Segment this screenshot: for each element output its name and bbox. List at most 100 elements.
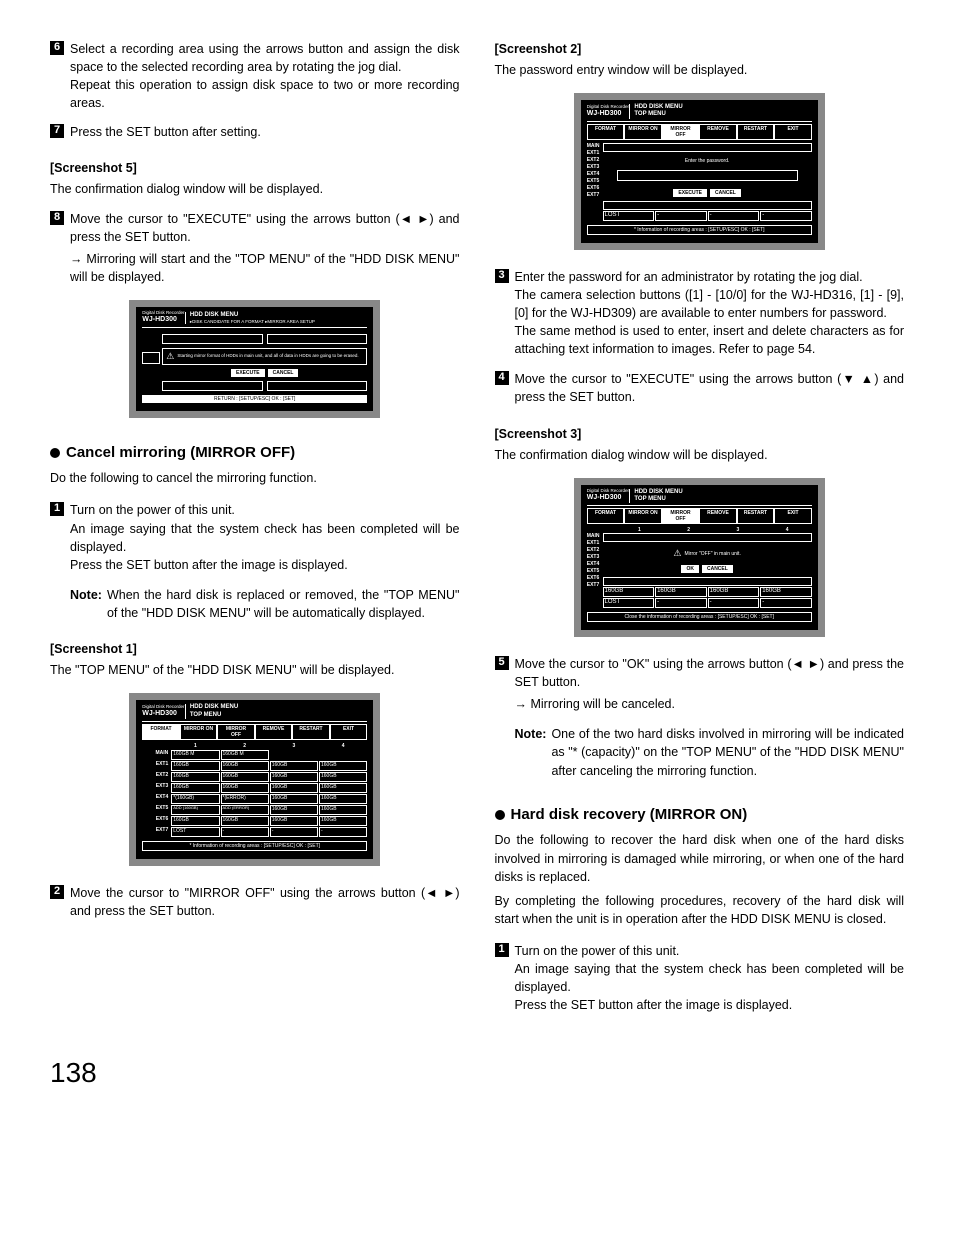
- menu-line-2: ▸DISK CANDIDATE FOR A FORMAT ▸MIRROR ARE…: [190, 319, 315, 324]
- note-label: Note:: [70, 586, 102, 622]
- screenshot-3-desc: The confirmation dialog window will be d…: [495, 446, 905, 464]
- step5-a: Move the cursor to "OK" using the arrows…: [515, 657, 792, 671]
- tab-remove[interactable]: REMOVE: [255, 724, 293, 740]
- execute-button[interactable]: EXECUTE: [673, 189, 707, 197]
- step5-result: → Mirroring will be canceled.: [515, 695, 905, 713]
- screenshot-1-label: [Screenshot 1]: [50, 640, 460, 658]
- page-number: 138: [50, 1053, 904, 1094]
- step-8: 8 Move the cursor to "EXECUTE" using the…: [50, 210, 460, 287]
- footer-bar: * Information of recording areas : [SETU…: [142, 841, 367, 851]
- menu-line-2: TOP MENU: [634, 496, 682, 503]
- step-4: 4 Move the cursor to "EXECUTE" using the…: [495, 370, 905, 406]
- screenshot-5-label: [Screenshot 5]: [50, 159, 460, 177]
- menu-line-1: HDD DISK MENU: [190, 312, 315, 319]
- r-step1-a: Turn on the power of this unit.: [515, 944, 680, 958]
- tab-restart[interactable]: RESTART: [292, 724, 330, 740]
- step-7-text: Press the SET button after setting.: [70, 125, 261, 139]
- screenshot-1-desc: The "TOP MENU" of the "HDD DISK MENU" wi…: [50, 661, 460, 679]
- menu-line-1: HDD DISK MENU: [634, 104, 682, 111]
- right-column: [Screenshot 2] The password entry window…: [495, 40, 905, 1023]
- c-step2-a: Move the cursor to "MIRROR OFF" using th…: [70, 886, 425, 900]
- step-8-text-a: Move the cursor to "EXECUTE" using the a…: [70, 212, 400, 226]
- step3-b: The camera selection buttons ([1] - [10/…: [515, 288, 905, 320]
- ok-button[interactable]: OK: [681, 565, 699, 573]
- tab-mirror-off[interactable]: MIRROR OFF: [217, 724, 255, 740]
- model-label: WJ-HD300: [587, 110, 626, 118]
- step-3: 3 Enter the password for an administrato…: [495, 268, 905, 359]
- cancel-step-2: 2 Move the cursor to "MIRROR OFF" using …: [50, 884, 460, 920]
- password-field[interactable]: [617, 170, 798, 181]
- model-label: WJ-HD300: [587, 494, 626, 502]
- step3-a: Enter the password for an administrator …: [515, 270, 863, 284]
- model-label: WJ-HD300: [142, 710, 181, 718]
- step-5: 5 Move the cursor to "OK" using the arro…: [495, 655, 905, 780]
- step-6: 6 Select a recording area using the arro…: [50, 40, 460, 113]
- footer-bar: RETURN : [SETUP/ESC] OK : [SET]: [142, 395, 367, 403]
- note-body: When the hard disk is replaced or remove…: [107, 586, 460, 622]
- ui-screenshot-mirror-off-confirm: Digital Disk Recorder WJ-HD300 HDD DISK …: [574, 478, 825, 637]
- warning-icon: ⚠: [673, 548, 681, 559]
- warning-icon: ⚠: [166, 351, 174, 362]
- bullet-icon: [50, 448, 60, 458]
- recovery-p1: Do the following to recover the hard dis…: [495, 831, 905, 885]
- arrow-down-up-icon: ▼ ▲: [841, 372, 874, 386]
- step-8-result: → Mirroring will start and the "TOP MENU…: [70, 250, 460, 286]
- step-6-text-a: Select a recording area using the arrows…: [70, 42, 460, 74]
- step-number-badge: 6: [50, 41, 64, 55]
- left-column: 6 Select a recording area using the arro…: [50, 40, 460, 1023]
- step-number-badge: 4: [495, 371, 509, 385]
- screenshot-2-desc: The password entry window will be displa…: [495, 61, 905, 79]
- menu-line-1: HDD DISK MENU: [190, 704, 238, 711]
- ui-screenshot-mirror-setup: Digital Disk Recorder WJ-HD300 HDD DISK …: [129, 300, 380, 417]
- step-6-text-b: Repeat this operation to assign disk spa…: [70, 78, 460, 110]
- cancel-button[interactable]: CANCEL: [268, 369, 299, 377]
- c-step1-c: Press the SET button after the image is …: [70, 558, 348, 572]
- mirror-off-msg: Mirror "OFF" in main unit.: [685, 551, 741, 557]
- step-number-badge: 3: [495, 269, 509, 283]
- tab-mirror-on[interactable]: MIRROR ON: [180, 724, 218, 740]
- arrow-left-right-icon: ◄ ►: [400, 212, 430, 226]
- arrow-left-right-icon: ◄ ►: [791, 657, 819, 671]
- step-number-badge: 1: [495, 943, 509, 957]
- menu-line-2: TOP MENU: [190, 712, 238, 719]
- step4-a: Move the cursor to "EXECUTE" using the a…: [515, 372, 842, 386]
- screenshot-5-desc: The confirmation dialog window will be d…: [50, 180, 460, 198]
- r-step1-c: Press the SET button after the image is …: [515, 998, 793, 1012]
- note-body: One of the two hard disks involved in mi…: [551, 725, 904, 779]
- menu-line-2: TOP MENU: [634, 111, 682, 118]
- step3-c: The same method is used to enter, insert…: [515, 324, 905, 356]
- footer-bar: Close the information of recording areas…: [587, 612, 812, 622]
- recovery-step-1: 1 Turn on the power of this unit. An ima…: [495, 942, 905, 1015]
- c-step1-b: An image saying that the system check ha…: [70, 522, 460, 554]
- step-number-badge: 1: [50, 502, 64, 516]
- password-prompt: Enter the password.: [607, 158, 808, 164]
- warning-text: Starting mirror format of HDDs in main u…: [177, 353, 358, 358]
- cancel-mirroring-intro: Do the following to cancel the mirroring…: [50, 469, 460, 487]
- step-number-badge: 8: [50, 211, 64, 225]
- recorder-label: Digital Disk Recorder: [587, 105, 630, 110]
- step-number-badge: 2: [50, 885, 64, 899]
- cancel-button[interactable]: CANCEL: [702, 565, 733, 573]
- disk-table: 1 2 3 4 MAIN160GB M160GB M EXT1160GB160G…: [142, 743, 367, 837]
- r-step1-b: An image saying that the system check ha…: [515, 962, 905, 994]
- tab-row: FORMAT MIRROR ON MIRROR OFF REMOVE RESTA…: [142, 724, 367, 740]
- cancel-step-1: 1 Turn on the power of this unit. An ima…: [50, 501, 460, 622]
- arrow-left-right-icon: ◄ ►: [425, 886, 455, 900]
- note-label: Note:: [515, 725, 547, 779]
- step-number-badge: 7: [50, 124, 64, 138]
- c-step1-a: Turn on the power of this unit.: [70, 503, 235, 517]
- hard-disk-recovery-heading: Hard disk recovery (MIRROR ON): [495, 804, 905, 826]
- cancel-button[interactable]: CANCEL: [710, 189, 741, 197]
- step-number-badge: 5: [495, 656, 509, 670]
- screenshot-3-label: [Screenshot 3]: [495, 425, 905, 443]
- execute-button[interactable]: EXECUTE: [231, 369, 265, 377]
- model-label: WJ-HD300: [142, 316, 181, 324]
- tab-exit[interactable]: EXIT: [330, 724, 368, 740]
- tab-format[interactable]: FORMAT: [142, 724, 180, 740]
- recovery-p2: By completing the following procedures, …: [495, 892, 905, 928]
- ui-screenshot-password: Digital Disk Recorder WJ-HD300 HDD DISK …: [574, 93, 825, 249]
- ui-screenshot-top-menu: Digital Disk Recorder WJ-HD300 HDD DISK …: [129, 693, 380, 865]
- step-7: 7 Press the SET button after setting.: [50, 123, 460, 141]
- menu-line-1: HDD DISK MENU: [634, 489, 682, 496]
- footer-bar: * Information of recording areas : [SETU…: [587, 225, 812, 235]
